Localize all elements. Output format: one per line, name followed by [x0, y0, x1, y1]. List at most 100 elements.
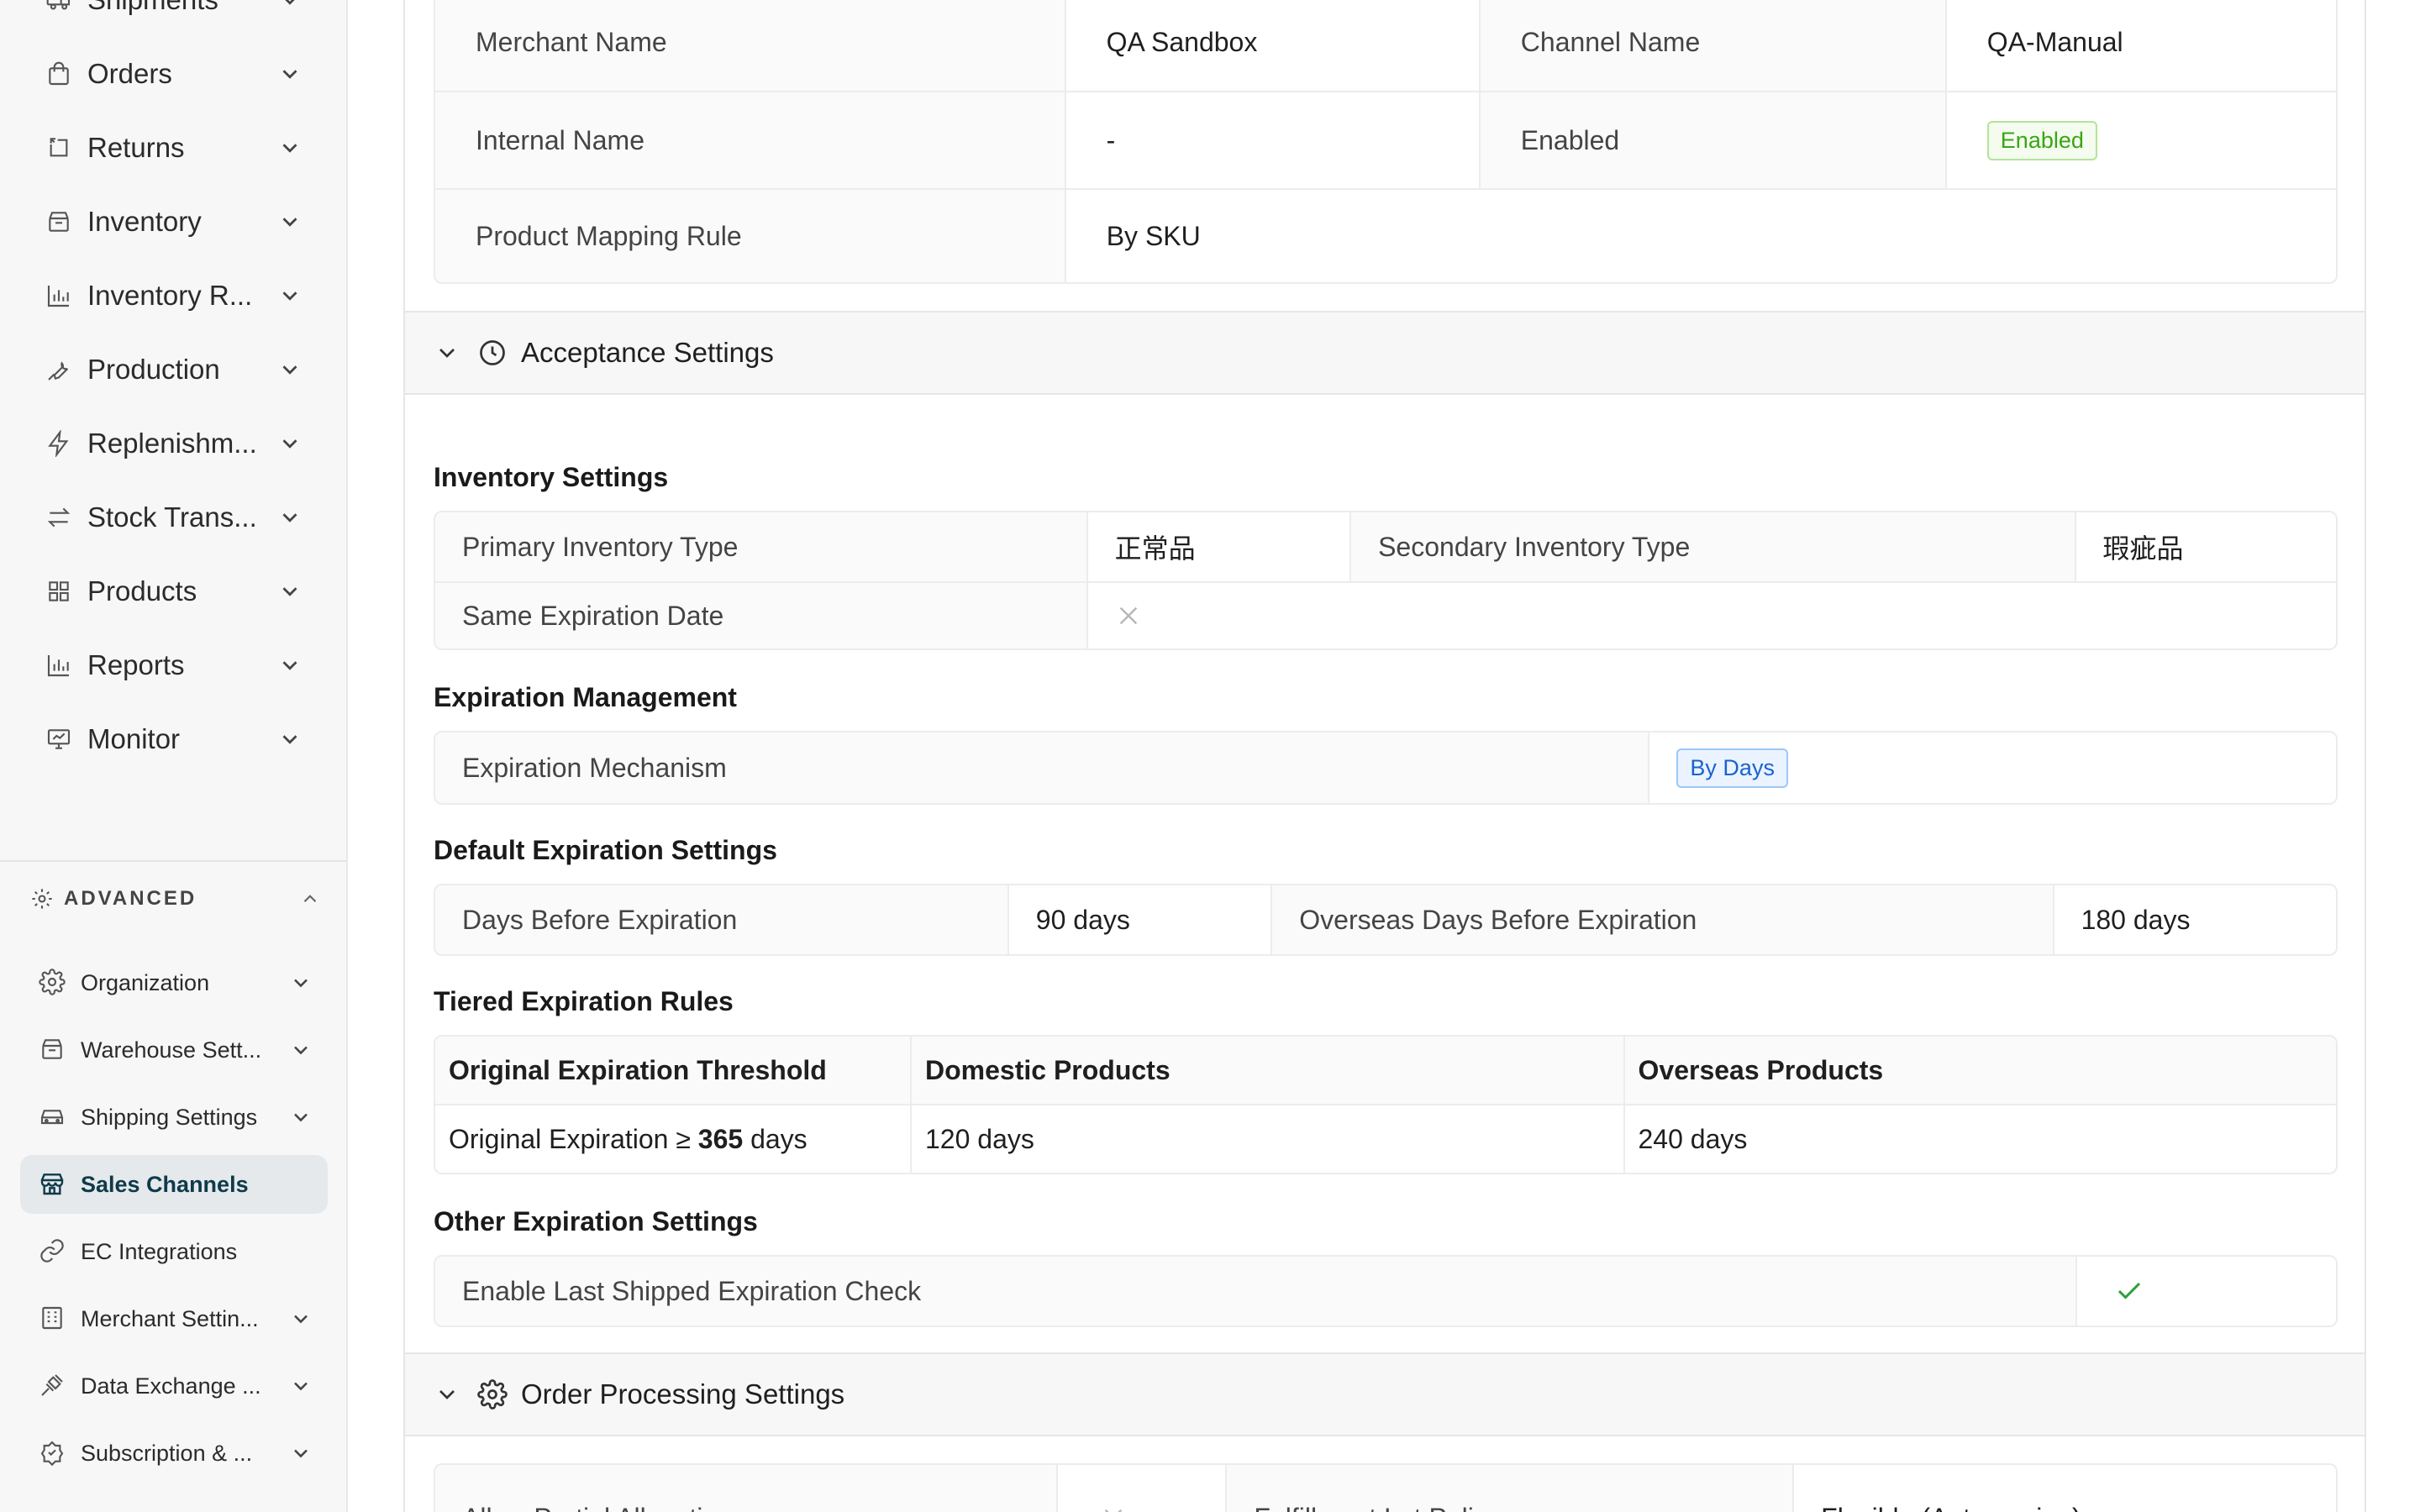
monitor-chart-icon [42, 722, 76, 756]
gear-icon [39, 969, 67, 997]
sidebar-item-label: Organization [81, 969, 210, 995]
table-row: Merchant Name QA Sandbox Channel Name QA… [435, 0, 2336, 91]
acceptance-settings-header[interactable]: Acceptance Settings [405, 311, 2365, 395]
primary-type-label: Primary Inventory Type [435, 512, 1086, 581]
overseas-days-value: 180 days [2052, 885, 2336, 954]
nav-item-orders[interactable]: Orders [42, 49, 302, 99]
lot-policy-label: Fulfillment Lot Policy [1225, 1465, 1793, 1512]
threshold-prefix: Original Expiration ≥ [449, 1123, 698, 1154]
partial-alloc-label: Allow Partial Allocation [435, 1465, 1056, 1512]
chevron-down-icon [289, 1374, 313, 1398]
chevron-down-icon [434, 1381, 460, 1408]
wrench-icon [42, 353, 76, 386]
mapping-rule-label: Product Mapping Rule [435, 190, 1065, 282]
truck-icon [42, 0, 76, 17]
mapping-rule-value: By SKU [1064, 190, 2336, 282]
nav-item-reports[interactable]: Reports [42, 640, 302, 690]
chevron-down-icon [289, 1441, 313, 1465]
overseas-days-label: Overseas Days Before Expiration [1270, 885, 2053, 954]
warehouse-icon [39, 1036, 67, 1064]
column-header: Domestic Products [910, 1037, 1623, 1104]
section-title: Order Processing Settings [521, 1378, 845, 1410]
nav-label: Stock Trans... [87, 501, 257, 533]
sidebar-item-warehouse-settings[interactable]: Warehouse Sett... [20, 1021, 328, 1079]
chevron-down-icon [277, 0, 302, 13]
nav-label: Replenishm... [87, 428, 257, 459]
chevron-down-icon [289, 971, 313, 995]
table-row: Primary Inventory Type 正常品 Secondary Inv… [435, 512, 2336, 581]
nav-label: Inventory R... [87, 280, 253, 311]
order-processing-table: Allow Partial Allocation Fulfillment Lot… [434, 1463, 2338, 1512]
sidebar-item-label: Sales Channels [81, 1171, 249, 1197]
enabled-status-badge: Enabled [1986, 120, 2097, 160]
nav-label: Returns [87, 132, 185, 163]
same-exp-value [1086, 583, 2336, 648]
sidebar-item-organization[interactable]: Organization [20, 953, 328, 1012]
chevron-down-icon [277, 283, 302, 308]
chevron-down-icon [277, 653, 302, 678]
expiration-management-table: Expiration Mechanism By Days [434, 731, 2338, 805]
nav-item-inventory[interactable]: Inventory [42, 197, 302, 247]
sidebar-item-label: EC Integrations [81, 1238, 238, 1264]
chevron-down-icon [277, 209, 302, 234]
internal-name-label: Internal Name [435, 92, 1065, 188]
section-title: Acceptance Settings [521, 337, 774, 368]
chevron-down-icon [277, 135, 302, 160]
lightning-icon [42, 427, 76, 460]
sidebar-item-label: Warehouse Sett... [81, 1037, 262, 1063]
chevron-down-icon [289, 1105, 313, 1129]
table-row: Same Expiration Date [435, 581, 2336, 648]
sidebar-item-merchant-settings[interactable]: Merchant Settin... [20, 1289, 328, 1348]
shopping-bag-icon [42, 57, 76, 91]
plug-icon [39, 1372, 67, 1400]
order-processing-settings-header[interactable]: Order Processing Settings [405, 1352, 2365, 1436]
nav-label: Products [87, 575, 197, 606]
sidebar-item-label: Data Exchange ... [81, 1373, 261, 1399]
table-row: Original Expiration ≥ 365 days 120 days … [435, 1104, 2336, 1173]
chevron-down-icon [434, 339, 460, 366]
secondary-type-value: 瑕疵品 [2074, 512, 2336, 581]
by-days-badge: By Days [1676, 748, 1788, 788]
basic-info-table: Merchant Name QA Sandbox Channel Name QA… [434, 0, 2338, 284]
other-expiration-title: Other Expiration Settings [434, 1206, 758, 1236]
partial-alloc-value [1055, 1465, 1226, 1512]
table-header-row: Original Expiration Threshold Domestic P… [435, 1037, 2336, 1104]
nav-item-monitor[interactable]: Monitor [42, 714, 302, 764]
days-before-label: Days Before Expiration [435, 885, 1007, 954]
threshold-suffix: days [743, 1123, 808, 1154]
chevron-down-icon [277, 505, 302, 530]
advanced-section-header[interactable]: ADVANCED [30, 884, 321, 914]
car-icon [39, 1103, 67, 1131]
default-expiration-table: Days Before Expiration 90 days Overseas … [434, 884, 2338, 956]
sidebar-item-ec-integrations[interactable]: EC Integrations [20, 1222, 328, 1281]
threshold-number: 365 [697, 1123, 744, 1154]
chevron-down-icon [277, 431, 302, 456]
chevron-down-icon [277, 61, 302, 87]
enabled-label: Enabled [1478, 92, 1945, 188]
sidebar-item-subscription[interactable]: Subscription & ... [20, 1424, 328, 1483]
days-before-value: 90 days [1007, 885, 1271, 954]
sidebar-item-data-exchange[interactable]: Data Exchange ... [20, 1357, 328, 1415]
nav-item-production[interactable]: Production [42, 344, 302, 395]
primary-type-value: 正常品 [1086, 512, 1350, 581]
table-row: Enable Last Shipped Expiration Check [435, 1257, 2336, 1326]
exp-mechanism-label: Expiration Mechanism [435, 732, 1649, 803]
inventory-settings-table: Primary Inventory Type 正常品 Secondary Inv… [434, 511, 2338, 650]
nav-label: Reports [87, 649, 185, 680]
channel-name-value: QA-Manual [1944, 0, 2336, 91]
nav-item-shipments[interactable]: Shipments [42, 0, 302, 25]
grid-icon [42, 575, 76, 608]
sidebar-item-shipping-settings[interactable]: Shipping Settings [20, 1088, 328, 1147]
main-content: Merchant Name QA Sandbox Channel Name QA… [403, 0, 2366, 1512]
sidebar-item-sales-channels[interactable]: Sales Channels [20, 1155, 328, 1214]
gear-icon [30, 887, 54, 911]
nav-item-returns[interactable]: Returns [42, 123, 302, 173]
merchant-name-value: QA Sandbox [1064, 0, 1479, 91]
bar-chart-icon [42, 648, 76, 682]
overseas-cell: 240 days [1623, 1105, 2337, 1173]
nav-item-stock-transfers[interactable]: Stock Trans... [42, 492, 302, 543]
lot-policy-value: Flexible (Auto-assign) [1792, 1465, 2336, 1512]
nav-item-inventory-reports[interactable]: Inventory R... [42, 270, 302, 321]
nav-item-products[interactable]: Products [42, 566, 302, 617]
nav-item-replenishment[interactable]: Replenishm... [42, 418, 302, 469]
